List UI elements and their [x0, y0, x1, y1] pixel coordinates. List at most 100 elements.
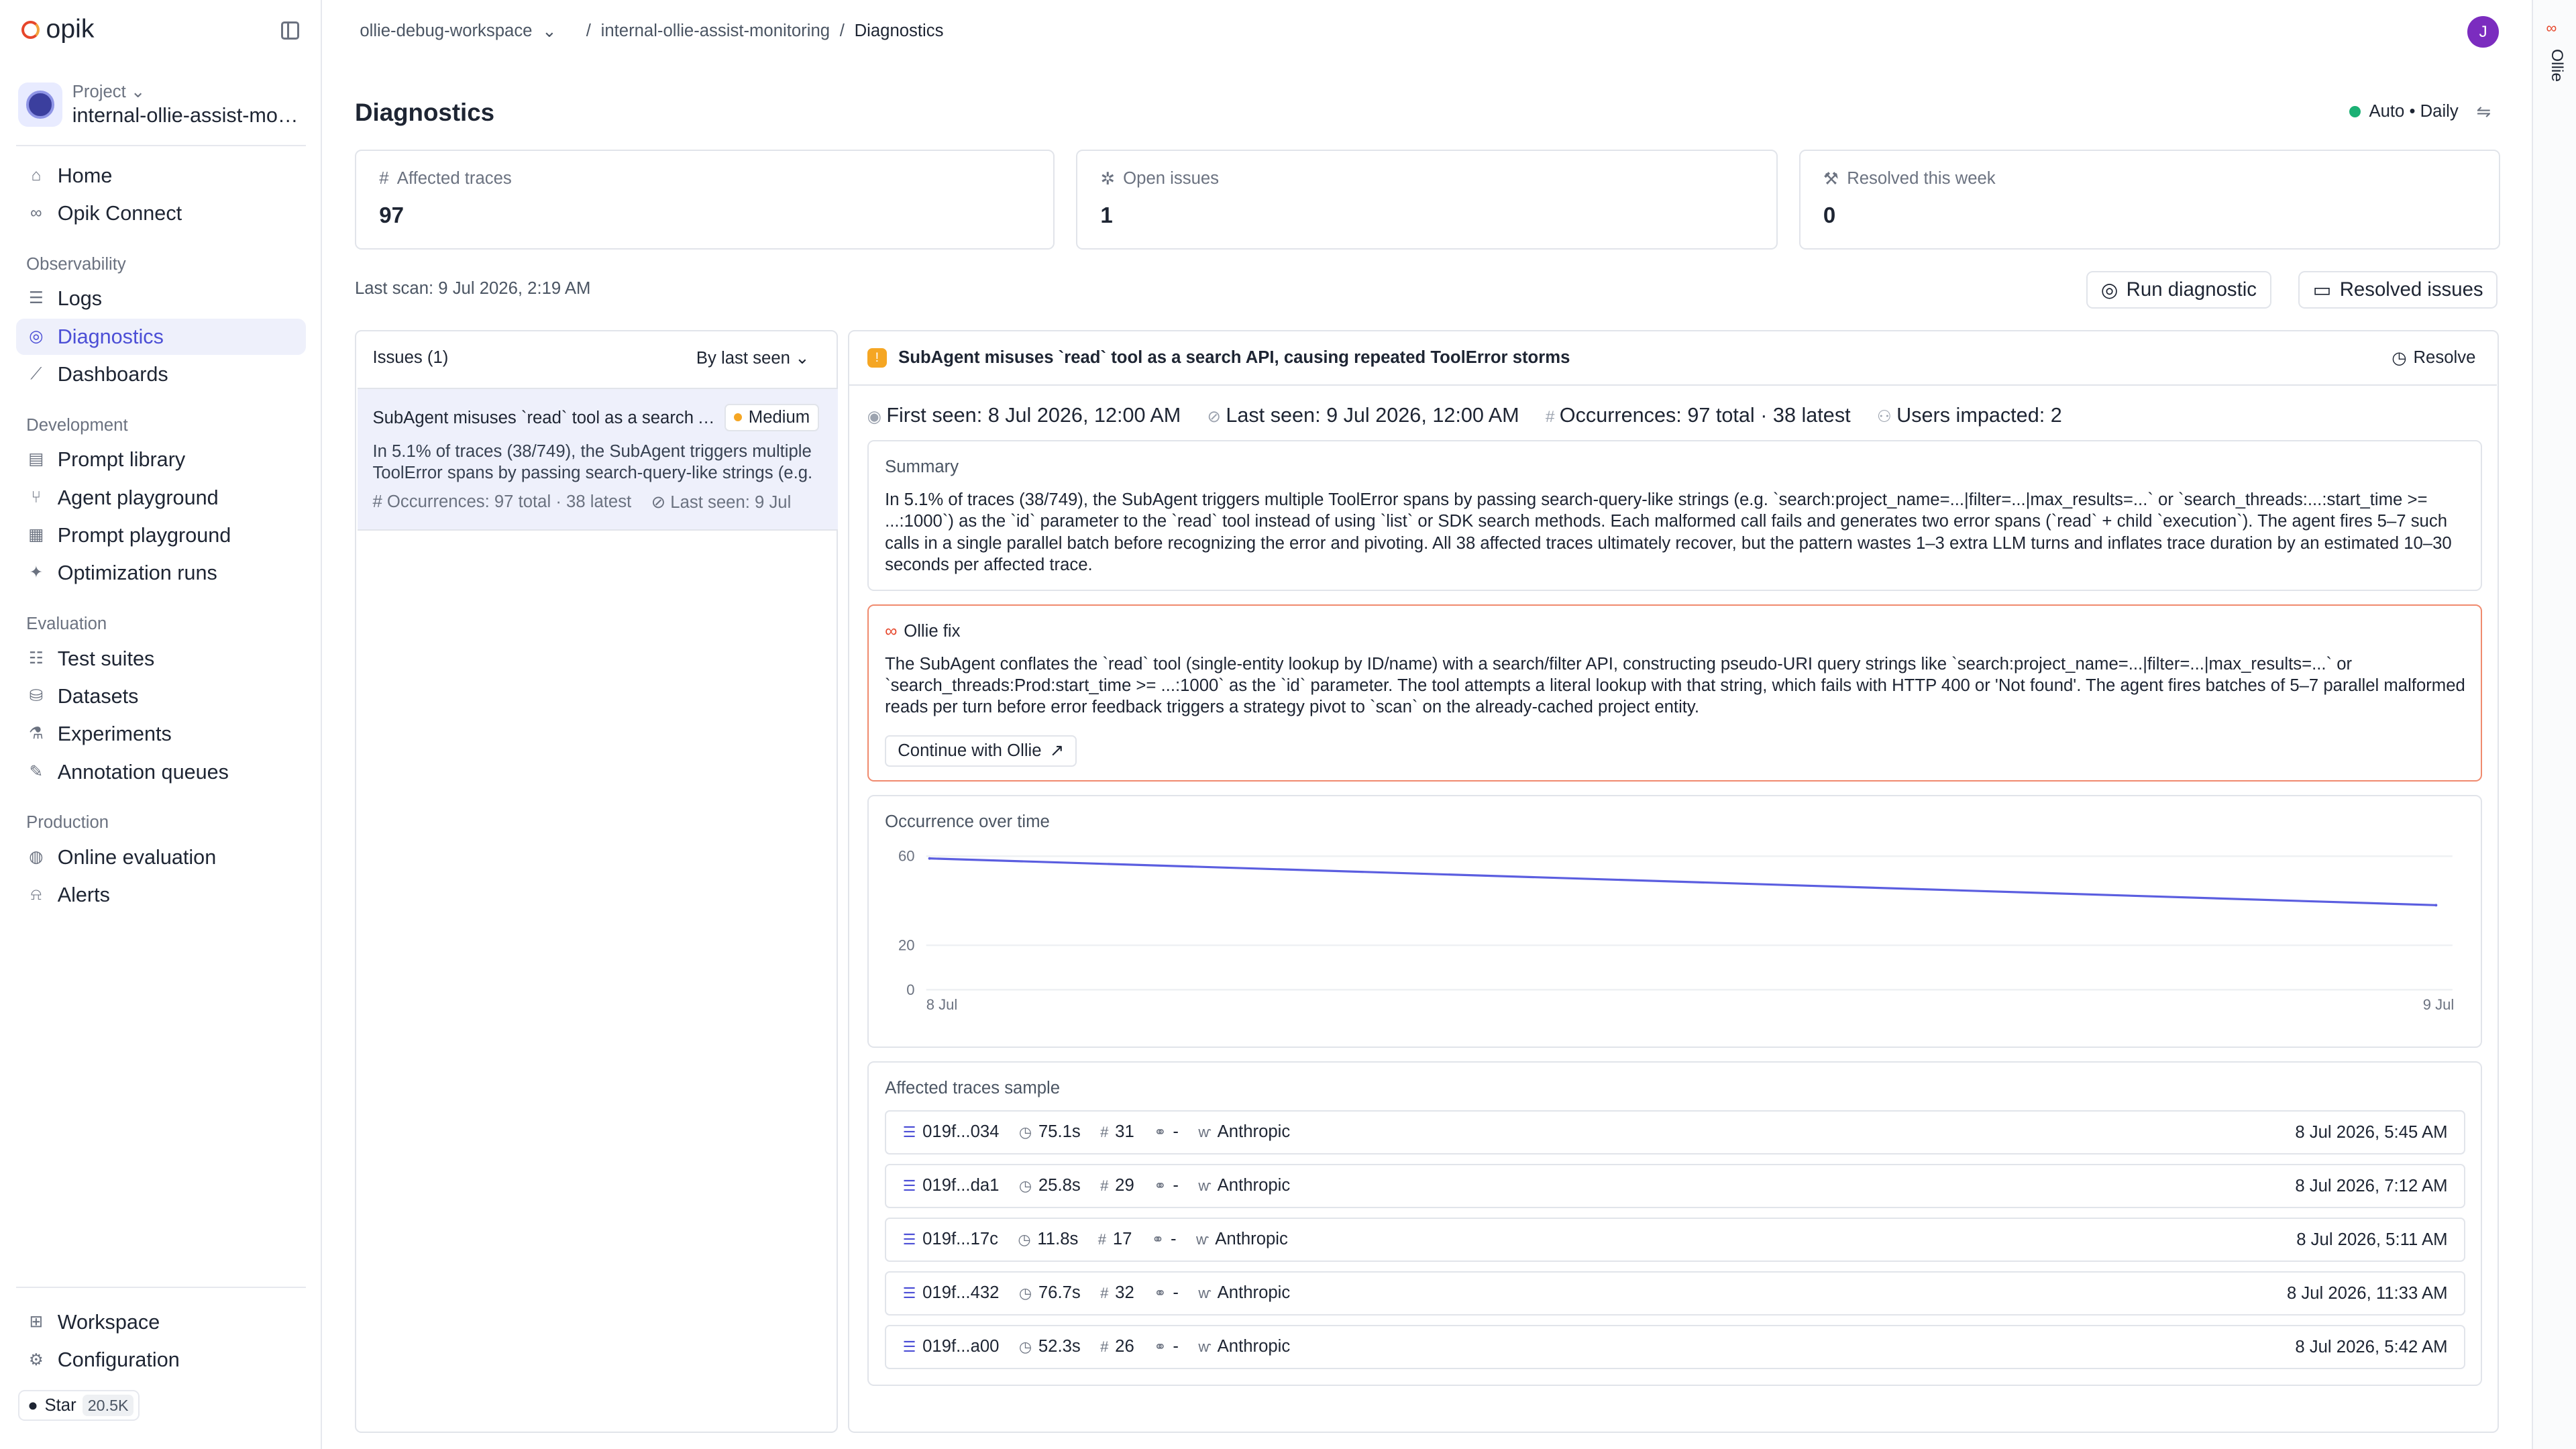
nav-logs[interactable]: ☰ Logs	[16, 281, 305, 317]
trace-cost: ⚭ -	[1154, 1337, 1179, 1356]
trace-id: ☰ 019f...432	[903, 1283, 1000, 1303]
bell-icon: ⍾	[30, 885, 42, 904]
breadcrumb-workspace[interactable]: ollie-debug-workspace	[360, 21, 532, 41]
chevron-down-icon[interactable]: ⌄	[542, 21, 557, 42]
issue-occurrences: # Occurrences: 97 total · 38 latest	[372, 492, 631, 513]
eye-icon: ◉	[867, 407, 881, 426]
section-development: Development	[26, 415, 128, 435]
duration-text: 76.7s	[1038, 1283, 1081, 1303]
nav-agent-playground[interactable]: ⑂ Agent playground	[16, 480, 305, 516]
resolve-button[interactable]: ◷ Resolve	[2392, 348, 2475, 368]
detail-title: SubAgent misuses `read` tool as a search…	[898, 347, 1570, 367]
nav-datasets[interactable]: ⛁ Datasets	[16, 678, 305, 714]
trace-id-text: 019f...da1	[922, 1176, 1000, 1195]
trace-row[interactable]: ☰ 019f...a00 ◷ 52.3s #26 ⚭ - ⱳ Anthropic 8 Jul 20…	[885, 1324, 2466, 1370]
nav-label: Agent playground	[57, 486, 219, 509]
nav-dashboards[interactable]: ⟋ Dashboards	[16, 356, 305, 392]
ollie-fix-box: ∞ Ollie fix The SubAgent conflates the `r…	[867, 604, 2482, 782]
occurrences-text: Occurrences: 97 total · 38 latest	[386, 492, 632, 511]
issue-list-item[interactable]: SubAgent misuses `read` tool as a search…	[358, 387, 838, 531]
bug-icon: ✲	[1100, 169, 1115, 189]
trace-id-text: 019f...034	[922, 1122, 1000, 1142]
nav-experiments[interactable]: ⚗ Experiments	[16, 716, 305, 753]
button-label: Continue with Ollie	[898, 741, 1042, 760]
opik-logo[interactable]: opik	[21, 15, 94, 44]
schedule-indicator[interactable]: Auto • Daily ⇋	[2349, 102, 2491, 122]
trace-row[interactable]: ☰ 019f...da1 ◷ 25.8s #29 ⚭ - ⱳ Anthropic 8 Jul 20…	[885, 1163, 2466, 1208]
section-evaluation: Evaluation	[26, 614, 107, 633]
nav-workspace[interactable]: ⊞ Workspace	[16, 1305, 305, 1341]
duration-text: 25.8s	[1038, 1176, 1081, 1195]
trace-provider: ⱳ Anthropic	[1198, 1176, 1290, 1195]
run-diagnostic-button[interactable]: ◎ Run diagnostic	[2086, 271, 2271, 309]
sidebar-toggle-icon[interactable]	[280, 21, 299, 40]
nav-online-evaluation[interactable]: ◍ Online evaluation	[16, 839, 305, 875]
clock-icon: ◷	[1018, 1338, 1032, 1355]
series-line	[929, 857, 2436, 907]
provider-text: Anthropic	[1217, 1122, 1291, 1142]
status-dot	[2349, 106, 2361, 118]
hash-icon: #	[1097, 1230, 1107, 1248]
sort-dropdown[interactable]: By last seen ⌄	[696, 348, 810, 368]
last-seen-text: Last seen: 9 Jul	[670, 492, 792, 512]
star-label: Star	[44, 1395, 76, 1415]
globe-icon: ◍	[29, 848, 44, 867]
issue-last-seen: ⊘ Last seen: 9 Jul	[651, 492, 792, 513]
duration-text: 11.8s	[1037, 1230, 1079, 1249]
cost-text: -	[1173, 1283, 1179, 1303]
settings-icon[interactable]: ⇋	[2477, 102, 2491, 122]
nav-configuration[interactable]: ⚙ Configuration	[16, 1342, 305, 1379]
nav-annotation-queues[interactable]: ✎ Annotation queues	[16, 754, 305, 790]
meta-last-seen: ⊘ Last seen: 9 Jul 2026, 12:00 AM	[1207, 404, 1519, 427]
trace-id: ☰ 019f...da1	[903, 1176, 1000, 1195]
nav-label: Alerts	[57, 883, 110, 907]
y-tick-label: 0	[906, 981, 914, 998]
resolved-issues-button[interactable]: ▭ Resolved issues	[2298, 271, 2498, 309]
schedule-label: Auto • Daily	[2369, 102, 2459, 121]
breadcrumb-project[interactable]: internal-ollie-assist-monitoring	[601, 21, 830, 41]
section-production: Production	[26, 813, 109, 833]
nav-test-suites[interactable]: ☷ Test suites	[16, 641, 305, 677]
flask-icon: ⚗	[28, 724, 44, 743]
playground-icon: ▦	[28, 526, 44, 545]
nav-label: Prompt library	[57, 448, 186, 472]
hash-icon: #	[379, 168, 389, 188]
nav-alerts[interactable]: ⍾ Alerts	[16, 877, 305, 914]
trace-row[interactable]: ☰ 019f...17c ◷ 11.8s #17 ⚭ - ⱳ Anthropic 8 Jul 20…	[885, 1217, 2466, 1262]
meta-first-seen: ◉ First seen: 8 Jul 2026, 12:00 AM	[867, 404, 1181, 427]
chart-title: Occurrence over time	[885, 812, 1050, 832]
trace-id-text: 019f...432	[922, 1283, 1000, 1303]
breadcrumb: ollie-debug-workspace ⌄ / internal-ollie…	[322, 0, 2532, 62]
traces-sample-box: Affected traces sample ☰ 019f...034 ◷ 75.1s…	[867, 1061, 2482, 1387]
user-avatar[interactable]: J	[2467, 16, 2499, 48]
nav-optimization-runs[interactable]: ✦ Optimization runs	[16, 555, 305, 592]
provider-text: Anthropic	[1217, 1337, 1291, 1356]
hammer-icon: ⚒	[1823, 169, 1839, 189]
provider-text: Anthropic	[1217, 1176, 1291, 1195]
trace-time: 8 Jul 2026, 11:33 AM	[2286, 1283, 2448, 1303]
nav-prompt-playground[interactable]: ▦ Prompt playground	[16, 517, 305, 553]
meta-occurrences: # Occurrences: 97 total · 38 latest	[1546, 404, 1851, 427]
trace-cost: ⚭ -	[1152, 1230, 1177, 1249]
nav-opik-connect[interactable]: ∞ Opik Connect	[16, 195, 305, 231]
trace-row[interactable]: ☰ 019f...034 ◷ 75.1s #31 ⚭ - ⱳ Anthropic 8 Jul 20…	[885, 1110, 2466, 1155]
trace-cost: ⚭ -	[1154, 1122, 1179, 1142]
stat-affected-traces: # Affected traces 97	[354, 149, 1055, 250]
ollie-rail[interactable]: ∞ Ollie	[2531, 0, 2576, 1449]
anthropic-icon: ⱳ	[1198, 1338, 1211, 1355]
nav-home[interactable]: ⌂ Home	[16, 158, 305, 194]
github-star-button[interactable]: ● Star 20.5K	[17, 1389, 140, 1421]
spans-text: 26	[1115, 1337, 1134, 1356]
project-selector[interactable]: Project ⌄ internal-ollie-assist-monitori…	[17, 82, 306, 127]
trace-row[interactable]: ☰ 019f...432 ◷ 76.7s #32 ⚭ - ⱳ Anthropic 8 Jul 20…	[885, 1271, 2466, 1316]
hash-icon: #	[1545, 407, 1555, 426]
nav-diagnostics[interactable]: ◎ Diagnostics	[16, 319, 306, 355]
trace-duration: ◷ 76.7s	[1019, 1283, 1081, 1303]
anthropic-icon: ⱳ	[1198, 1177, 1211, 1194]
continue-with-ollie-button[interactable]: Continue with Ollie ↗	[885, 735, 1077, 767]
trace-duration: ◷ 52.3s	[1019, 1337, 1081, 1356]
ollie-fix-text: The SubAgent conflates the `read` tool (…	[885, 654, 2465, 717]
spans-text: 31	[1115, 1122, 1134, 1142]
nav-prompt-library[interactable]: ▤ Prompt library	[16, 442, 305, 478]
section-observability: Observability	[26, 254, 126, 274]
